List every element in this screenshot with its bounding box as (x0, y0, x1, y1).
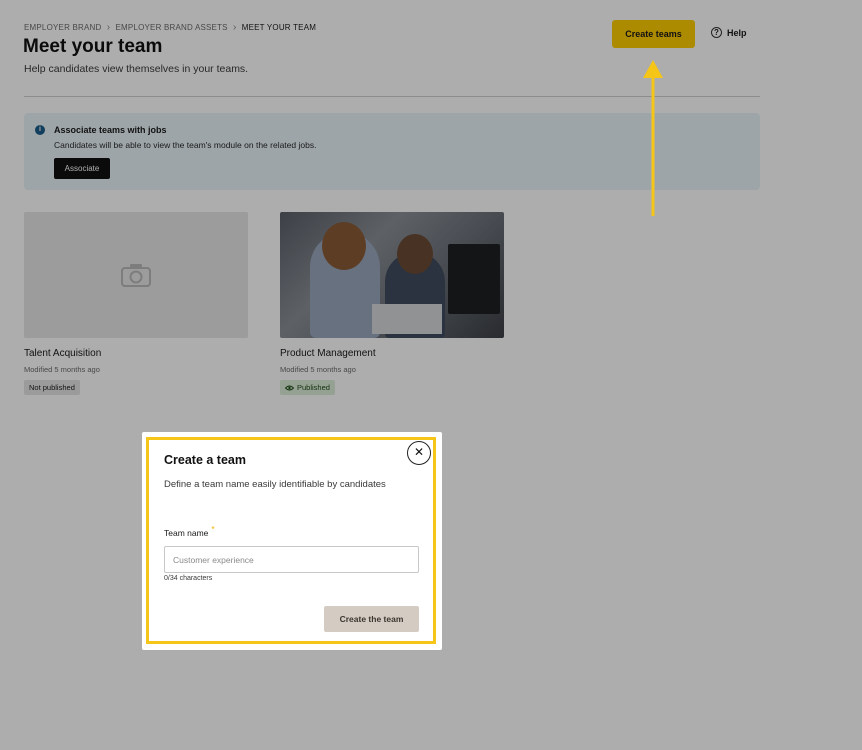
create-the-team-button[interactable]: Create the team (324, 606, 419, 632)
arrow-up-icon (643, 60, 663, 216)
modal-description: Define a team name easily identifiable b… (164, 479, 386, 490)
team-name-label-text: Team name (164, 528, 209, 538)
char-count: 0/34 characters (164, 575, 213, 582)
team-name-input[interactable] (164, 546, 419, 573)
close-icon[interactable]: ✕ (407, 441, 431, 465)
required-mark: * (211, 524, 215, 534)
modal-title: Create a team (164, 453, 246, 467)
team-name-label: Team name * (164, 524, 215, 538)
